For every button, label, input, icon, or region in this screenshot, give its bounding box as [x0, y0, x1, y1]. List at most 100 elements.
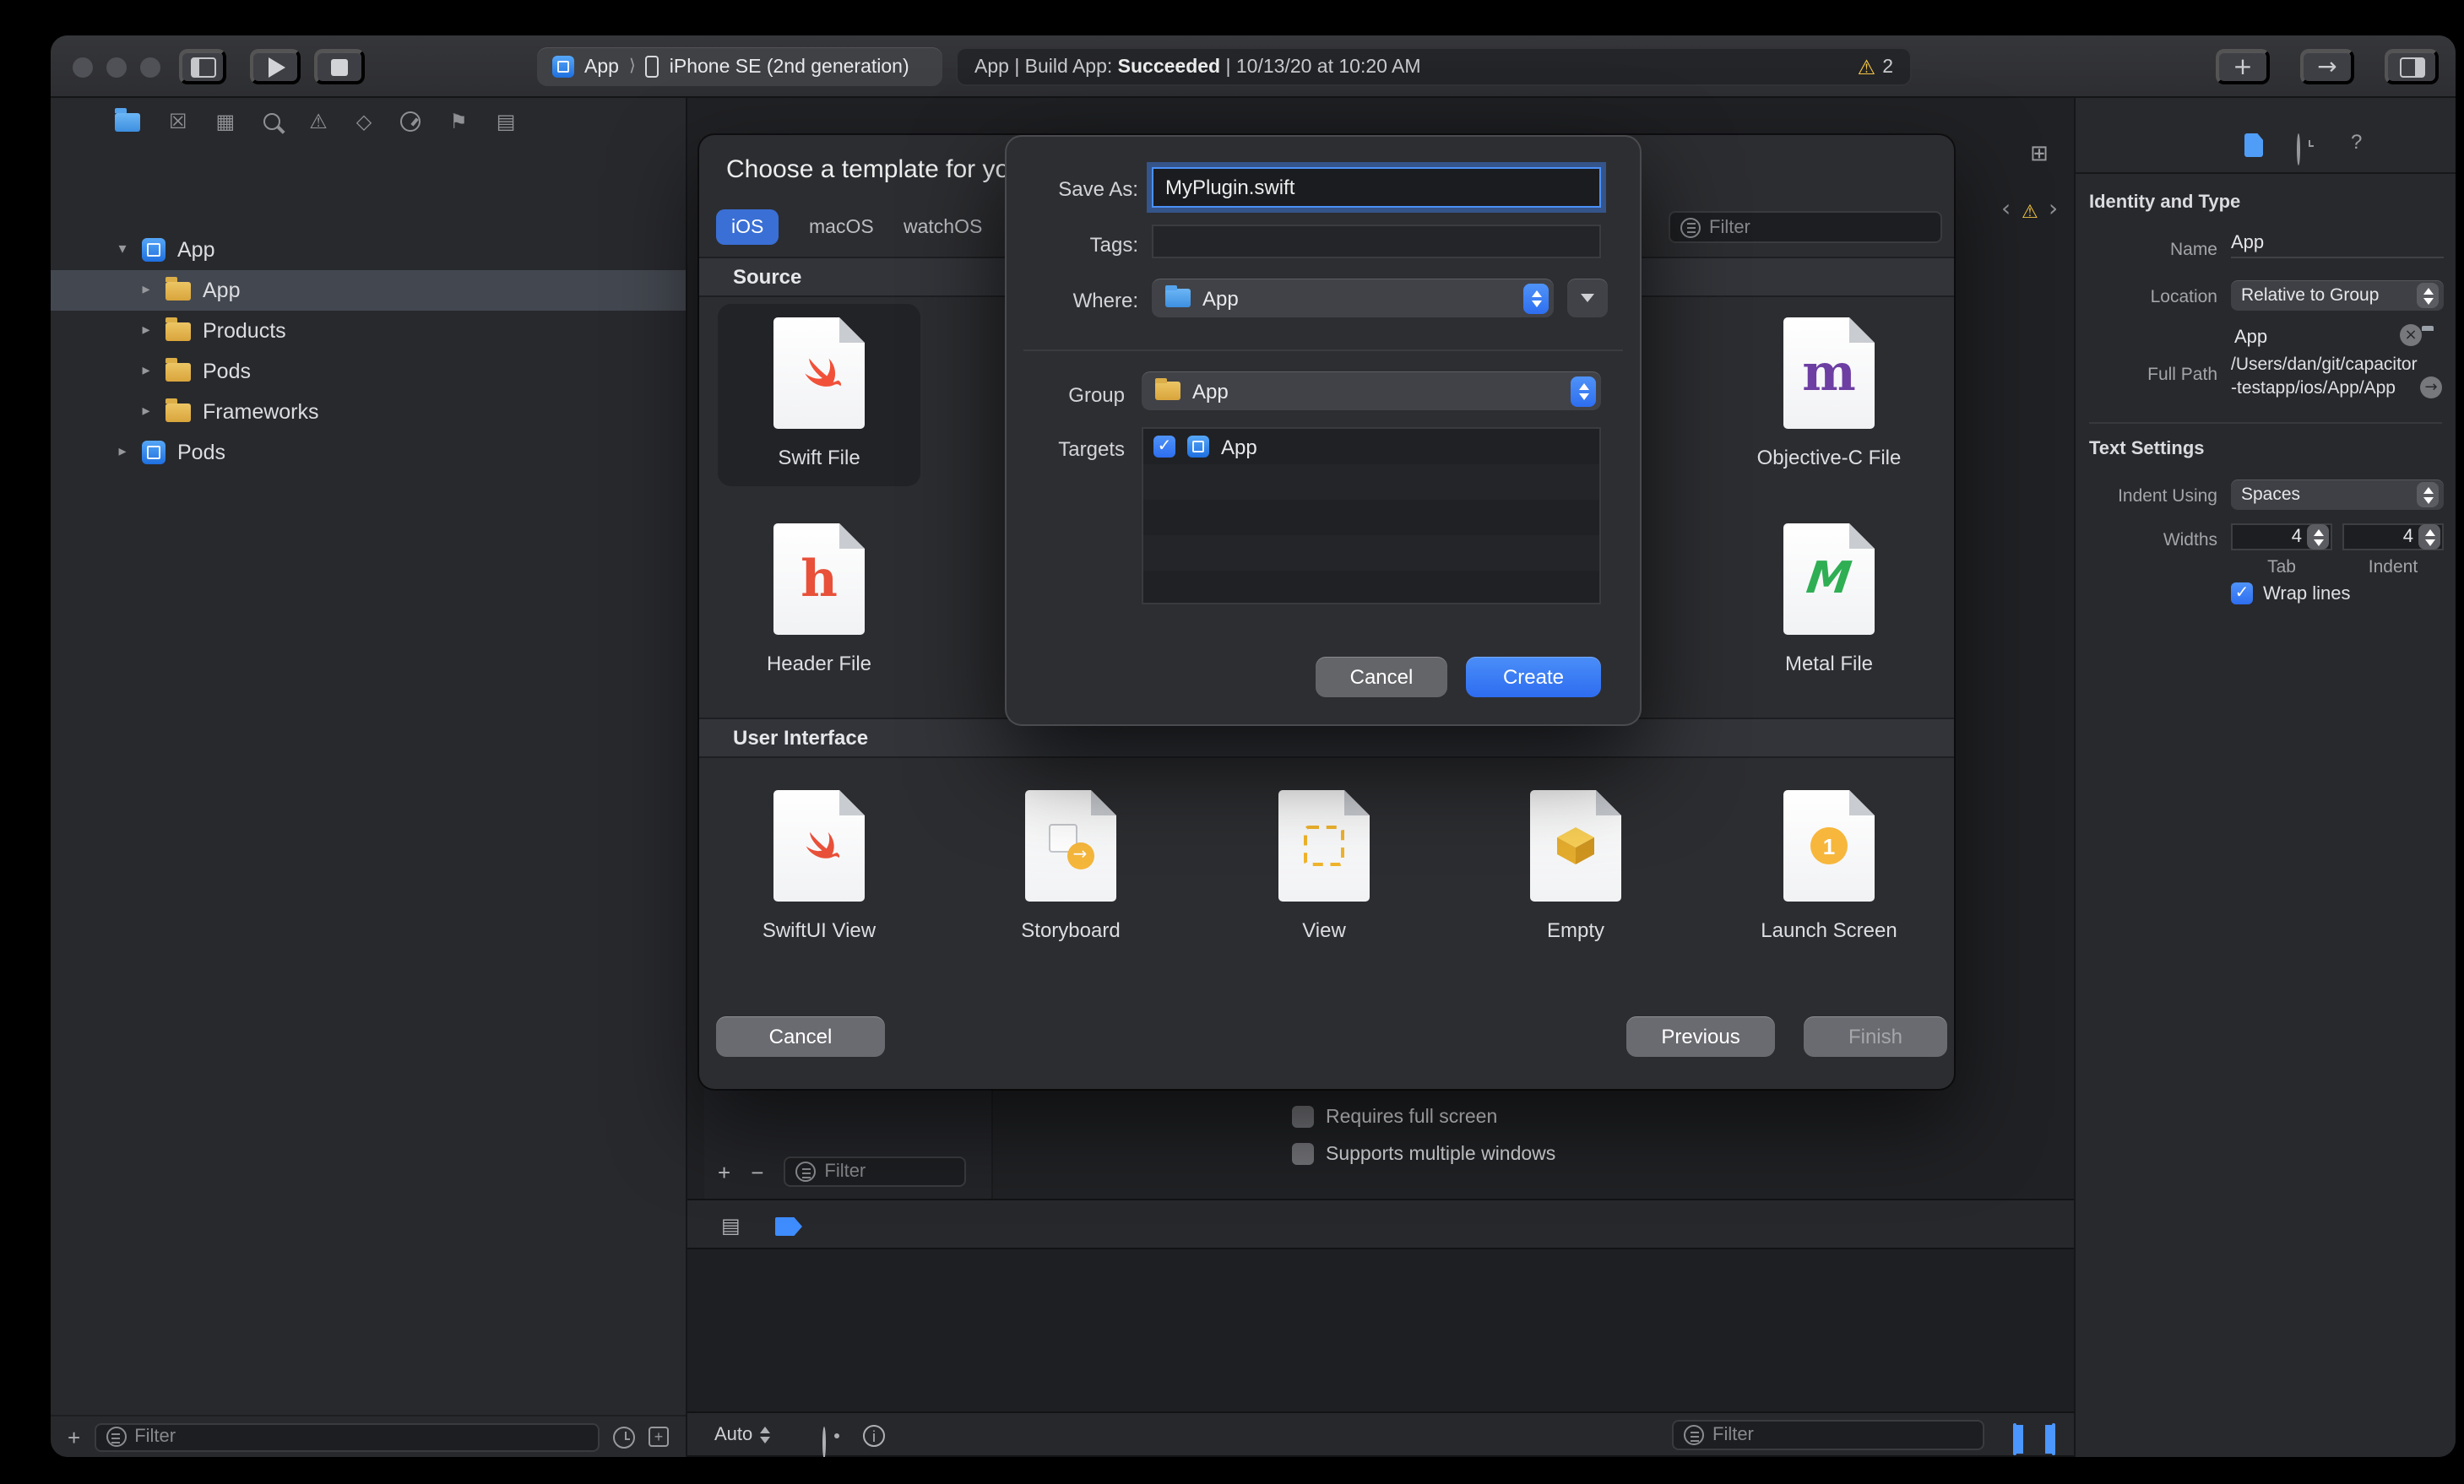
template-launch-screen[interactable]: 1 Launch Screen: [1728, 777, 1930, 959]
tags-label: Tags:: [1089, 233, 1138, 257]
tree-row-frameworks[interactable]: ▸ Frameworks: [51, 392, 686, 432]
scheme-selector[interactable]: App ⟩ iPhone SE (2nd generation): [537, 47, 942, 86]
template-empty[interactable]: Empty: [1474, 777, 1677, 959]
disclosure-open-icon[interactable]: ▾: [115, 241, 130, 258]
template-filter-field[interactable]: Filter: [1669, 211, 1942, 243]
console-view-toggle-icon[interactable]: [2052, 1423, 2055, 1455]
dialog-cancel-button[interactable]: Cancel: [1316, 657, 1447, 697]
tab-ios[interactable]: iOS: [716, 209, 779, 245]
help-inspector-icon[interactable]: ?: [2351, 130, 2362, 154]
close-window-button[interactable]: [73, 57, 93, 77]
expand-dialog-button[interactable]: [1567, 279, 1608, 317]
tab-macos[interactable]: macOS: [794, 209, 889, 245]
variables-view-toggle-icon[interactable]: [2013, 1423, 2016, 1455]
symbol-navigator-icon[interactable]: ▦: [216, 110, 236, 133]
find-navigator-icon[interactable]: [263, 113, 281, 130]
target-row-app[interactable]: ✓ App: [1143, 429, 1599, 464]
list-view-icon[interactable]: ▤: [721, 1214, 741, 1238]
project-navigator-icon[interactable]: [115, 108, 140, 131]
code-review-button[interactable]: →: [2300, 49, 2354, 84]
forward-button[interactable]: ›: [2049, 196, 2058, 223]
template-storyboard[interactable]: → Storyboard: [969, 777, 1172, 959]
swift-file-icon: [773, 317, 865, 429]
tree-row-label: Pods: [203, 360, 251, 383]
editor-filter-field[interactable]: Filter: [784, 1156, 967, 1187]
sheet-previous-button[interactable]: Previous: [1626, 1016, 1775, 1057]
inspector-toggle-button[interactable]: [2385, 49, 2439, 84]
tree-row-app-project[interactable]: ▾ App: [51, 230, 686, 270]
template-swiftui-view[interactable]: SwiftUI View: [718, 777, 920, 959]
add-file-button[interactable]: +: [68, 1424, 80, 1449]
report-navigator-icon[interactable]: ▤: [497, 110, 516, 133]
name-label: Name: [2169, 240, 2217, 260]
editor-options-icon[interactable]: ⊞: [2030, 142, 2049, 167]
sheet-cancel-button[interactable]: Cancel: [716, 1016, 885, 1057]
source-control-navigator-icon[interactable]: ☒: [169, 110, 187, 133]
zoom-window-button[interactable]: [140, 57, 160, 77]
disclosure-closed-icon[interactable]: ▸: [138, 282, 154, 299]
tab-width-field[interactable]: 4: [2231, 523, 2332, 550]
requires-fullscreen-checkbox[interactable]: [1292, 1106, 1314, 1128]
header-file-icon: h: [773, 523, 865, 635]
empty-file-icon: [1530, 790, 1621, 902]
minimize-window-button[interactable]: [106, 57, 127, 77]
target-checkbox[interactable]: ✓: [1153, 436, 1175, 458]
issue-icon[interactable]: ⚠: [2022, 201, 2038, 223]
save-as-field[interactable]: MyPlugin.swift: [1152, 167, 1601, 208]
test-navigator-icon[interactable]: ◇: [356, 110, 372, 133]
navigator-filter-field[interactable]: Filter: [94, 1422, 600, 1451]
remove-row-button[interactable]: −: [751, 1159, 763, 1184]
name-field[interactable]: App: [2231, 233, 2444, 258]
template-metal-file[interactable]: M Metal File: [1728, 510, 1930, 692]
warning-badge[interactable]: ⚠ 2: [1858, 55, 1893, 79]
tree-row-products[interactable]: ▸ Products: [51, 311, 686, 351]
add-row-button[interactable]: +: [718, 1159, 730, 1184]
recent-files-icon[interactable]: [613, 1426, 635, 1448]
template-view[interactable]: View: [1223, 777, 1425, 959]
debug-navigator-icon[interactable]: [400, 111, 421, 132]
breakpoint-navigator-icon[interactable]: ⚑: [449, 110, 468, 133]
back-button[interactable]: ‹: [2001, 196, 2011, 223]
disclosure-closed-icon[interactable]: ▸: [138, 322, 154, 339]
clear-location-icon[interactable]: ×: [2400, 324, 2422, 346]
disclosure-closed-icon[interactable]: ▸: [138, 403, 154, 420]
disclosure-closed-icon[interactable]: ▸: [138, 363, 154, 380]
tree-row-pods-group[interactable]: ▸ Pods: [51, 351, 686, 392]
tree-row-app-group[interactable]: ▸ App: [51, 270, 686, 311]
checkbox-label: Requires full screen: [1326, 1107, 1498, 1127]
stop-button[interactable]: [314, 49, 365, 84]
history-inspector-icon[interactable]: [2297, 133, 2300, 165]
sheet-finish-button[interactable]: Finish: [1804, 1016, 1947, 1057]
template-objc-file[interactable]: m Objective-C File: [1728, 304, 1930, 486]
dialog-create-button[interactable]: Create: [1466, 657, 1601, 697]
template-swift-file[interactable]: Swift File: [718, 304, 920, 486]
reveal-path-icon[interactable]: →: [2420, 376, 2442, 398]
console-filter-field[interactable]: Filter: [1672, 1420, 1984, 1450]
info-icon[interactable]: i: [863, 1425, 885, 1447]
tags-field[interactable]: [1152, 225, 1601, 258]
file-inspector-icon[interactable]: [2244, 133, 2263, 157]
indent-width-field[interactable]: 4: [2342, 523, 2444, 550]
where-popup[interactable]: App: [1152, 279, 1554, 317]
auto-dropdown[interactable]: Auto: [714, 1425, 770, 1445]
source-control-status-icon[interactable]: +: [649, 1427, 669, 1447]
indent-using-value: Spaces: [2241, 485, 2301, 505]
stepper-icon: [1523, 283, 1549, 313]
disclosure-closed-icon[interactable]: ▸: [115, 444, 130, 461]
library-button[interactable]: +: [2216, 49, 2270, 84]
issue-navigator-icon[interactable]: ⚠: [309, 110, 328, 133]
location-popup[interactable]: Relative to Group: [2231, 280, 2444, 311]
quick-look-icon[interactable]: [822, 1427, 826, 1457]
toggle-navigator-button[interactable]: [179, 49, 226, 84]
run-button[interactable]: [250, 49, 301, 84]
wrap-lines-checkbox[interactable]: ✓: [2231, 582, 2253, 604]
group-popup[interactable]: App: [1142, 371, 1601, 410]
tree-row-pods-project[interactable]: ▸ Pods: [51, 432, 686, 473]
template-header-file[interactable]: h Header File: [718, 510, 920, 692]
supports-multiple-windows-checkbox[interactable]: [1292, 1143, 1314, 1165]
indent-using-popup[interactable]: Spaces: [2231, 479, 2444, 510]
requires-fullscreen-row: Requires full screen: [1292, 1106, 1497, 1128]
tab-watchos[interactable]: watchOS: [888, 209, 997, 245]
breakpoint-arrow-icon[interactable]: [775, 1217, 802, 1236]
status-suffix: | 10/13/20 at 10:20 AM: [1220, 57, 1421, 77]
